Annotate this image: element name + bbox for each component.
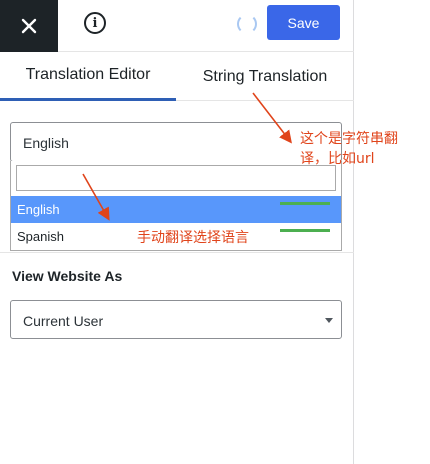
close-button[interactable] bbox=[0, 0, 58, 52]
annotation-green-line bbox=[280, 229, 330, 232]
language-option-english[interactable]: English bbox=[11, 196, 341, 223]
close-icon bbox=[21, 18, 37, 34]
language-select[interactable]: English bbox=[10, 122, 342, 162]
tab-translation-editor[interactable]: Translation Editor bbox=[0, 52, 176, 101]
annotation-green-line bbox=[280, 202, 330, 205]
save-button[interactable]: Save bbox=[267, 5, 340, 40]
language-search-input[interactable] bbox=[16, 165, 336, 191]
language-select-value: English bbox=[23, 135, 69, 151]
section-divider bbox=[0, 252, 354, 253]
view-as-select-value: Current User bbox=[23, 313, 104, 329]
view-website-as-label: View Website As bbox=[12, 268, 123, 284]
annotation-string-translation: 这个是字符串翻译，比如url bbox=[300, 131, 398, 167]
annotation-manual-translation: 手动翻译选择语言 bbox=[137, 230, 249, 246]
info-icon[interactable]: i bbox=[84, 12, 106, 34]
tab-bar: Translation Editor String Translation bbox=[0, 52, 354, 101]
tab-string-translation[interactable]: String Translation bbox=[176, 52, 354, 101]
caret-down-icon bbox=[325, 318, 333, 323]
view-as-select[interactable]: Current User bbox=[10, 300, 342, 339]
loading-spinner-icon bbox=[237, 14, 257, 34]
top-toolbar: i Save bbox=[0, 0, 354, 52]
